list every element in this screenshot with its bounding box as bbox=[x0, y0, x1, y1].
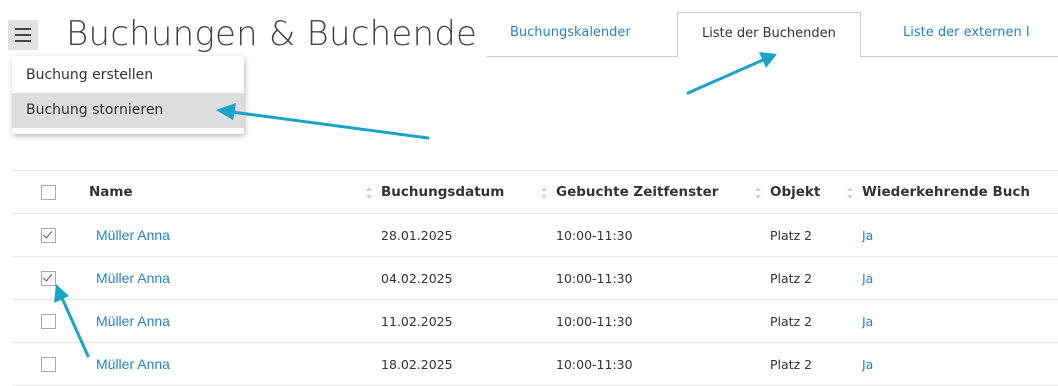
booking-date: 18.02.2025 bbox=[381, 342, 556, 386]
booking-date: 11.02.2025 bbox=[381, 299, 556, 343]
column-header-booking-date[interactable]: Buchungsdatum bbox=[381, 170, 556, 214]
tab-booking-calendar[interactable]: Buchungskalender bbox=[486, 12, 655, 56]
column-label: Wiederkehrende Buch bbox=[862, 184, 1030, 200]
menu-line bbox=[15, 28, 31, 30]
row-checkbox[interactable] bbox=[41, 313, 56, 329]
recurring-value[interactable]: Ja bbox=[862, 299, 1058, 343]
menu-line bbox=[15, 34, 31, 36]
time-slot: 10:00-11:30 bbox=[556, 299, 770, 343]
column-header-object[interactable]: Objekt bbox=[770, 170, 862, 214]
menu-item-create-booking[interactable]: Buchung erstellen bbox=[12, 58, 244, 93]
booking-date: 28.01.2025 bbox=[381, 213, 556, 257]
column-header-name[interactable]: Name bbox=[89, 170, 381, 214]
booker-name-link[interactable]: Müller Anna bbox=[96, 270, 170, 286]
table-header-row: Name Buchungsdatum Gebuchte Zeitfenster … bbox=[12, 170, 1058, 214]
sort-icon[interactable] bbox=[846, 186, 854, 200]
recurring-value[interactable]: Ja bbox=[862, 256, 1058, 300]
row-checkbox[interactable] bbox=[41, 356, 56, 372]
page-title: Buchungen & Buchende bbox=[66, 14, 478, 54]
arrow-icon bbox=[686, 52, 777, 95]
menu-item-cancel-booking[interactable]: Buchung stornieren bbox=[12, 93, 244, 128]
time-slot: 10:00-11:30 bbox=[556, 256, 770, 300]
bookings-table: Name Buchungsdatum Gebuchte Zeitfenster … bbox=[12, 170, 1058, 386]
column-label: Objekt bbox=[770, 184, 821, 200]
sort-icon[interactable] bbox=[754, 186, 762, 200]
menu-line bbox=[15, 40, 31, 42]
row-checkbox[interactable] bbox=[41, 227, 56, 243]
select-all-checkbox[interactable] bbox=[41, 184, 56, 200]
actions-dropdown: Buchung erstellen Buchung stornieren bbox=[12, 56, 244, 134]
tab-bar: Buchungskalender Liste der Buchenden Lis… bbox=[486, 12, 1058, 58]
tab-external-list[interactable]: Liste der externen I bbox=[879, 12, 1054, 56]
tab-bookers-list[interactable]: Liste der Buchenden bbox=[677, 12, 861, 58]
select-all-cell bbox=[12, 170, 89, 214]
column-label: Buchungsdatum bbox=[381, 184, 505, 200]
sort-icon[interactable] bbox=[540, 186, 548, 200]
table-row: Müller Anna 18.02.2025 10:00-11:30 Platz… bbox=[12, 342, 1058, 386]
recurring-value[interactable]: Ja bbox=[862, 213, 1058, 257]
arrow-icon bbox=[216, 103, 430, 140]
object: Platz 2 bbox=[770, 213, 862, 257]
sort-icon[interactable] bbox=[365, 186, 373, 200]
time-slot: 10:00-11:30 bbox=[556, 342, 770, 386]
column-label: Name bbox=[89, 184, 133, 200]
time-slot: 10:00-11:30 bbox=[556, 213, 770, 257]
column-header-time-slots[interactable]: Gebuchte Zeitfenster bbox=[556, 170, 770, 214]
table-row: Müller Anna 28.01.2025 10:00-11:30 Platz… bbox=[12, 213, 1058, 257]
object: Platz 2 bbox=[770, 342, 862, 386]
booker-name-link[interactable]: Müller Anna bbox=[96, 227, 170, 243]
object: Platz 2 bbox=[770, 299, 862, 343]
column-label: Gebuchte Zeitfenster bbox=[556, 184, 719, 200]
row-checkbox[interactable] bbox=[41, 270, 56, 286]
recurring-value[interactable]: Ja bbox=[862, 342, 1058, 386]
table-row: Müller Anna 11.02.2025 10:00-11:30 Platz… bbox=[12, 299, 1058, 343]
hamburger-menu-icon[interactable] bbox=[8, 20, 38, 50]
booking-date: 04.02.2025 bbox=[381, 256, 556, 300]
column-header-recurring[interactable]: Wiederkehrende Buch bbox=[862, 170, 1058, 214]
object: Platz 2 bbox=[770, 256, 862, 300]
booker-name-link[interactable]: Müller Anna bbox=[96, 313, 170, 329]
table-row: Müller Anna 04.02.2025 10:00-11:30 Platz… bbox=[12, 256, 1058, 300]
booker-name-link[interactable]: Müller Anna bbox=[96, 356, 170, 372]
